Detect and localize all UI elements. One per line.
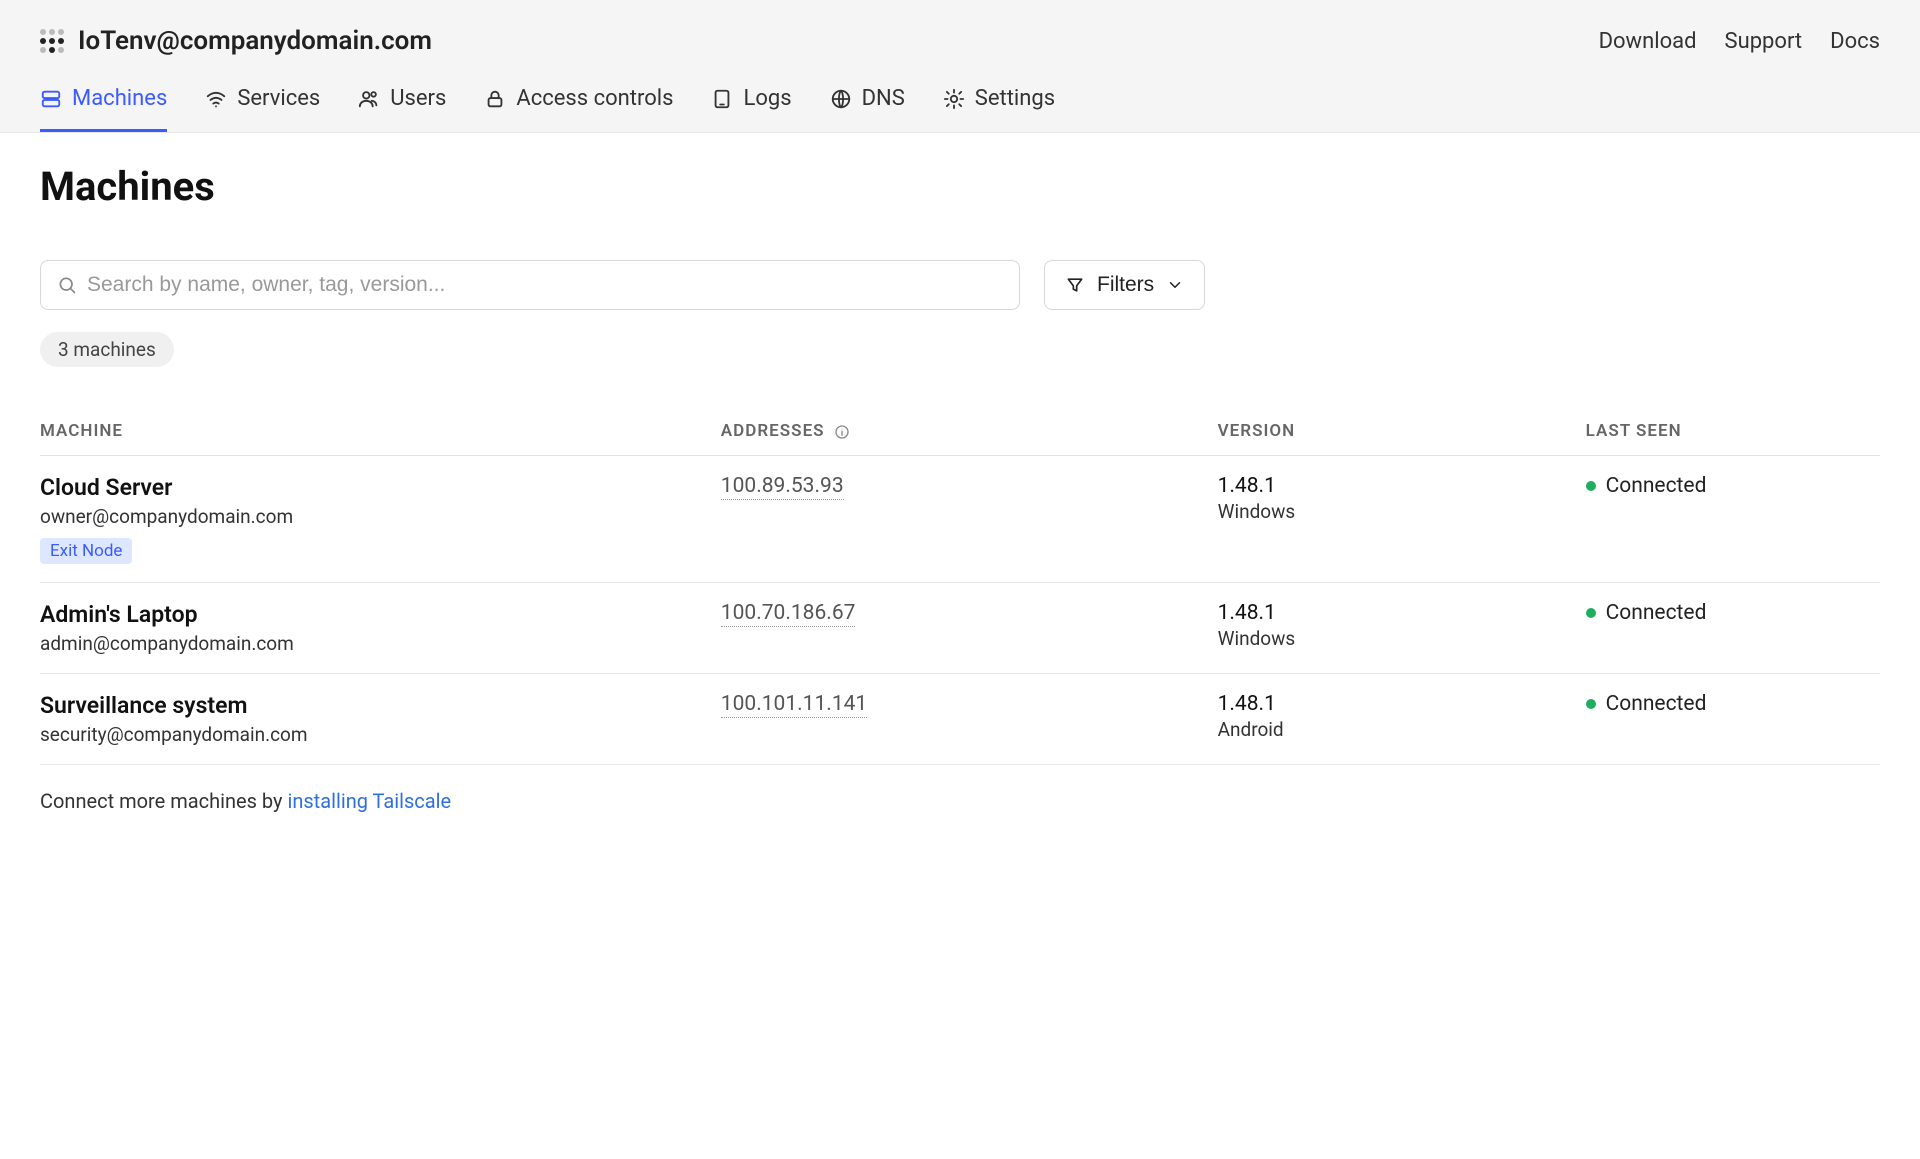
server-icon <box>40 88 62 110</box>
footer-note: Connect more machines by installing Tail… <box>40 789 1880 813</box>
status-dot-icon <box>1586 608 1596 618</box>
nav-users[interactable]: Users <box>358 76 446 132</box>
status-dot-icon <box>1586 481 1596 491</box>
nav-label: DNS <box>862 86 905 111</box>
filter-icon <box>1065 275 1085 295</box>
machine-version: 1.48.1 <box>1218 601 1576 625</box>
machine-os: Windows <box>1218 500 1576 523</box>
header-links: Download Support Docs <box>1599 29 1880 54</box>
tailscale-logo-icon <box>40 29 64 53</box>
col-addresses: ADDRESSES <box>721 407 1218 456</box>
table-row[interactable]: Admin's Laptop admin@companydomain.com 1… <box>40 583 1880 674</box>
globe-icon <box>830 88 852 110</box>
machine-owner: security@companydomain.com <box>40 723 711 746</box>
nav-label: Services <box>237 86 320 111</box>
topbar: IoTenv@companydomain.com Download Suppor… <box>0 0 1920 133</box>
machine-address[interactable]: 100.70.186.67 <box>721 601 856 627</box>
machine-name: Cloud Server <box>40 474 711 501</box>
chevron-down-icon <box>1166 276 1184 294</box>
col-machine: MACHINE <box>40 407 721 456</box>
table-header-row: MACHINE ADDRESSES VERSION LAST SEEN <box>40 407 1880 456</box>
nav-label: Machines <box>72 86 167 111</box>
machine-version: 1.48.1 <box>1218 692 1576 716</box>
info-icon[interactable] <box>834 424 850 440</box>
col-version: VERSION <box>1218 407 1586 456</box>
nav-label: Users <box>390 86 446 111</box>
machines-table: MACHINE ADDRESSES VERSION LAST SEEN Clou… <box>40 407 1880 765</box>
nav-services[interactable]: Services <box>205 76 320 132</box>
page-content: Machines Filters 3 machines MACHINE ADDR… <box>0 133 1920 853</box>
machine-owner: owner@companydomain.com <box>40 505 711 528</box>
nav-access-controls[interactable]: Access controls <box>484 76 673 132</box>
nav-label: Logs <box>743 86 791 111</box>
org-name: IoTenv@companydomain.com <box>78 26 432 56</box>
search-row: Filters <box>40 260 1880 310</box>
topbar-row: IoTenv@companydomain.com Download Suppor… <box>40 0 1880 76</box>
filters-label: Filters <box>1097 273 1154 297</box>
machine-status: Connected <box>1586 692 1870 716</box>
nav-label: Settings <box>975 86 1055 111</box>
gear-icon <box>943 88 965 110</box>
status-text: Connected <box>1606 474 1707 498</box>
col-lastseen: LAST SEEN <box>1586 407 1880 456</box>
status-text: Connected <box>1606 692 1707 716</box>
machine-version: 1.48.1 <box>1218 474 1576 498</box>
nav-dns[interactable]: DNS <box>830 76 905 132</box>
machine-count-pill: 3 machines <box>40 332 174 367</box>
exit-node-badge: Exit Node <box>40 538 132 564</box>
docs-link[interactable]: Docs <box>1830 29 1880 54</box>
machine-owner: admin@companydomain.com <box>40 632 711 655</box>
machine-name: Admin's Laptop <box>40 601 711 628</box>
support-link[interactable]: Support <box>1725 29 1803 54</box>
search-input[interactable] <box>87 273 1003 297</box>
machine-os: Windows <box>1218 627 1576 650</box>
table-row[interactable]: Cloud Server owner@companydomain.com Exi… <box>40 456 1880 583</box>
machine-status: Connected <box>1586 601 1870 625</box>
table-row[interactable]: Surveillance system security@companydoma… <box>40 674 1880 765</box>
nav-label: Access controls <box>516 86 673 111</box>
machine-address[interactable]: 100.101.11.141 <box>721 692 867 718</box>
download-link[interactable]: Download <box>1599 29 1697 54</box>
search-icon <box>57 275 77 295</box>
org-switcher[interactable]: IoTenv@companydomain.com <box>40 26 432 56</box>
tablet-icon <box>711 88 733 110</box>
machine-address[interactable]: 100.89.53.93 <box>721 474 844 500</box>
nav-logs[interactable]: Logs <box>711 76 791 132</box>
footer-text: Connect more machines by <box>40 789 287 813</box>
machine-os: Android <box>1218 718 1576 741</box>
machine-name: Surveillance system <box>40 692 711 719</box>
page-title: Machines <box>40 163 1880 210</box>
users-icon <box>358 88 380 110</box>
wifi-icon <box>205 88 227 110</box>
status-text: Connected <box>1606 601 1707 625</box>
machine-status: Connected <box>1586 474 1870 498</box>
primary-nav: Machines Services Users Access controls … <box>40 76 1880 132</box>
lock-icon <box>484 88 506 110</box>
status-dot-icon <box>1586 699 1596 709</box>
nav-settings[interactable]: Settings <box>943 76 1055 132</box>
filters-button[interactable]: Filters <box>1044 260 1205 310</box>
search-box[interactable] <box>40 260 1020 310</box>
nav-machines[interactable]: Machines <box>40 76 167 132</box>
install-tailscale-link[interactable]: installing Tailscale <box>287 789 451 813</box>
